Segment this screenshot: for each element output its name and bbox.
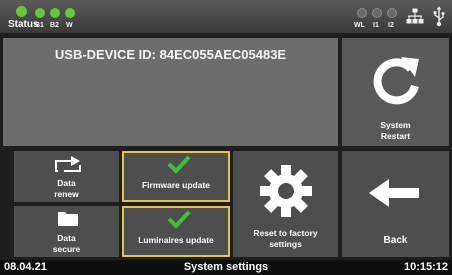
folder-icon <box>58 212 78 226</box>
firmware-update-button[interactable]: Firmware update <box>122 151 230 202</box>
checkmark-icon <box>167 210 191 228</box>
wl-label: WL <box>354 22 365 29</box>
screen-title: System settings <box>183 261 269 273</box>
system-restart-label-line1: System <box>380 120 411 130</box>
checkmark-icon <box>167 155 191 173</box>
status-indicator-icon <box>16 6 27 17</box>
system-restart-label-line2: Restart <box>380 131 411 141</box>
device-info-panel: USB-DEVICE ID: 84EC055AEC05483E <box>3 38 338 146</box>
data-secure-button[interactable]: Data secure <box>14 206 119 257</box>
luminaires-update-button[interactable]: Luminaires update <box>122 206 230 257</box>
back-button[interactable]: Back <box>342 151 449 257</box>
system-restart-button[interactable]: System Restart <box>342 38 449 146</box>
i1-indicator-icon <box>372 8 382 18</box>
luminaires-update-label: Luminaires update <box>138 235 214 245</box>
back-arrow-icon <box>369 179 419 207</box>
network-icon <box>406 8 424 24</box>
b1-label: B1 <box>35 22 44 29</box>
i2-indicator-icon <box>387 8 397 18</box>
restart-icon <box>373 57 419 105</box>
top-status-bar: Status B1 B2 W WL I1 I2 <box>0 0 452 33</box>
data-secure-label-line2: secure <box>52 244 81 254</box>
reset-factory-label-line1: Reset to factory <box>253 228 318 238</box>
w-label: W <box>66 22 73 29</box>
i1-label: I1 <box>373 22 379 29</box>
back-label: Back <box>383 235 408 246</box>
firmware-update-label: Firmware update <box>141 180 211 190</box>
gear-icon <box>260 165 312 217</box>
data-renew-label-line2: renew <box>54 189 79 199</box>
device-id-label: USB-DEVICE ID: 84EC055AEC05483E <box>54 47 287 62</box>
b1-indicator-icon <box>35 8 45 18</box>
i2-label: I2 <box>388 22 394 29</box>
data-secure-label-line1: Data <box>57 233 76 243</box>
b2-label: B2 <box>50 22 59 29</box>
data-renew-label-line1: Data <box>57 178 76 188</box>
w-indicator-icon <box>65 8 75 18</box>
reset-factory-settings-button[interactable]: Reset to factory settings <box>233 151 338 257</box>
bottom-status-bar: 08.04.21 System settings 10:15:12 <box>0 260 452 275</box>
data-renew-icon <box>55 156 81 172</box>
b2-indicator-icon <box>50 8 60 18</box>
data-renew-button[interactable]: Data renew <box>14 151 119 202</box>
time-label: 10:15:12 <box>403 261 448 273</box>
reset-factory-label-line2: settings <box>269 239 302 249</box>
wl-indicator-icon <box>357 8 367 18</box>
status-label: Status <box>8 19 39 30</box>
usb-icon <box>433 6 445 27</box>
